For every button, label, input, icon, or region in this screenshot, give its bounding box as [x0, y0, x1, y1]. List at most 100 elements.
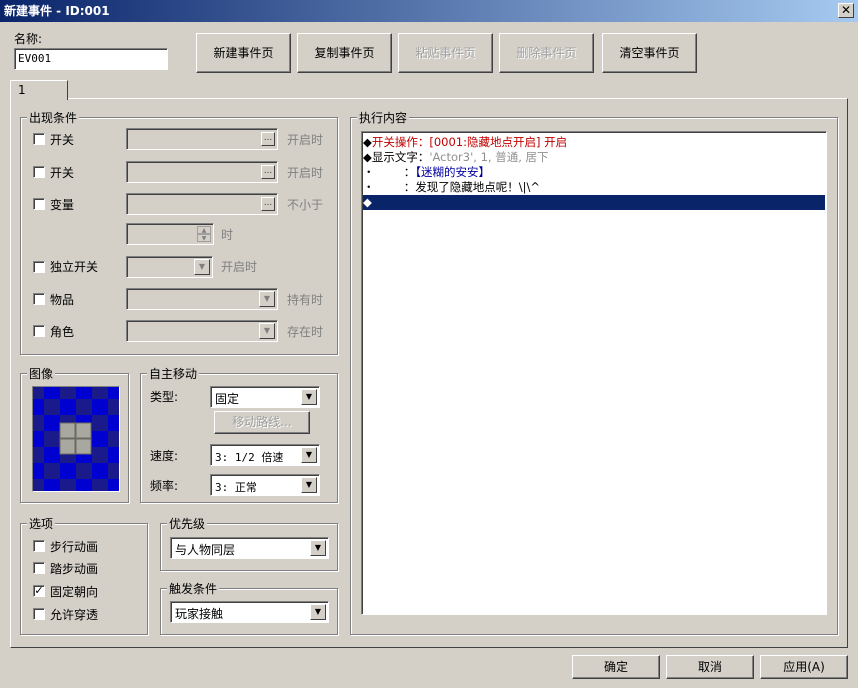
- freq-select[interactable]: 3: 正常 ▼: [210, 474, 320, 496]
- sprite-tile: [75, 438, 92, 455]
- step-anim-checkbox[interactable]: [33, 562, 45, 574]
- command-bullet: ・: [363, 165, 375, 179]
- move-type-select[interactable]: 固定 ▼: [210, 386, 320, 408]
- copy-page-button[interactable]: 复制事件页: [297, 33, 392, 73]
- checker-cell: [92, 447, 108, 463]
- speed-select[interactable]: 3: 1/2 倍速 ▼: [210, 444, 320, 466]
- chevron-down-icon: ▼: [310, 540, 326, 556]
- variable-picker-button: ...: [261, 197, 275, 211]
- move-type-label: 类型:: [150, 390, 179, 404]
- checker-cell: [60, 479, 76, 491]
- tab-label: 1: [18, 83, 26, 97]
- checker-cell: [44, 387, 60, 399]
- checker-cell: [92, 431, 108, 447]
- direction-fix-label: 固定朝向: [50, 585, 99, 599]
- paste-page-button[interactable]: 粘贴事件页: [398, 33, 493, 73]
- checker-cell: [76, 387, 92, 399]
- switch1-checkbox[interactable]: [33, 133, 45, 145]
- name-input[interactable]: EV001: [14, 48, 168, 70]
- through-checkbox[interactable]: [33, 608, 45, 620]
- speed-label: 速度:: [150, 449, 179, 463]
- new-page-button[interactable]: 新建事件页: [196, 33, 291, 73]
- movement-title: 自主移动: [147, 365, 200, 382]
- command-text: ：: [374, 165, 416, 179]
- checker-cell: [92, 415, 108, 431]
- title-bar: 新建事件 - ID:001: [0, 0, 858, 22]
- command-row[interactable]: ◆显示文字：'Actor3', 1, 普通, 居下: [363, 150, 825, 165]
- self-switch-select: ▼: [126, 256, 213, 278]
- chevron-down-icon: ▼: [259, 323, 275, 339]
- item-checkbox[interactable]: [33, 293, 45, 305]
- checker-cell: [33, 431, 44, 447]
- checker-cell: [33, 399, 44, 415]
- checker-cell: [92, 463, 108, 479]
- command-row[interactable]: ◆开关操作：[0001:隐藏地点开启] 开启: [363, 135, 825, 150]
- command-row[interactable]: ◆: [363, 195, 825, 210]
- priority-title: 优先级: [167, 515, 208, 532]
- step-anim-label: 踏步动画: [50, 562, 99, 576]
- sprite-tile: [59, 438, 76, 455]
- checker-cell: [44, 431, 60, 447]
- switch2-suffix: 开启时: [287, 166, 324, 180]
- checker-cell: [108, 479, 119, 491]
- checker-cell: [33, 479, 44, 491]
- checker-cell: [108, 447, 119, 463]
- spin-up-icon: ▲: [197, 226, 211, 234]
- move-route-button[interactable]: 移动路线...: [214, 411, 310, 434]
- checker-cell: [108, 431, 119, 447]
- chevron-down-icon: ▼: [259, 291, 275, 307]
- command-bullet: ◆: [363, 195, 372, 209]
- chevron-down-icon: ▼: [301, 447, 317, 463]
- checker-cell: [33, 447, 44, 463]
- priority-select[interactable]: 与人物同层 ▼: [170, 537, 329, 559]
- chevron-down-icon: ▼: [194, 259, 210, 275]
- tab-page-1[interactable]: 1: [10, 80, 68, 100]
- conditions-title: 出现条件: [27, 109, 80, 126]
- options-title: 选项: [27, 515, 56, 532]
- switch2-label: 开关: [50, 166, 75, 180]
- close-icon: ✕: [840, 3, 852, 17]
- switch2-checkbox[interactable]: [33, 166, 45, 178]
- command-text: 开关操作：[0001:隐藏地点开启] 开启: [371, 135, 568, 149]
- actor-select: ▼: [126, 320, 278, 342]
- checker-cell: [44, 399, 60, 415]
- clear-page-button[interactable]: 清空事件页: [602, 33, 697, 73]
- name-label: 名称:: [14, 32, 43, 46]
- chevron-down-icon: ▼: [301, 477, 317, 493]
- apply-button[interactable]: 应用(A): [760, 655, 848, 679]
- self-switch-checkbox[interactable]: [33, 261, 45, 273]
- delete-page-button[interactable]: 删除事件页: [499, 33, 594, 73]
- variable-value-suffix: 时: [221, 228, 234, 242]
- variable-checkbox[interactable]: [33, 198, 45, 210]
- command-text: ：: [374, 180, 416, 194]
- trigger-select[interactable]: 玩家接触 ▼: [170, 601, 329, 623]
- checker-cell: [108, 387, 119, 399]
- direction-fix-checkbox[interactable]: ✓: [33, 585, 45, 597]
- close-button[interactable]: ✕: [838, 3, 854, 18]
- checker-cell: [60, 387, 76, 399]
- walk-anim-checkbox[interactable]: [33, 540, 45, 552]
- command-row[interactable]: ・ ：发现了隐藏地点呢！\|\^: [363, 180, 825, 195]
- actor-checkbox[interactable]: [33, 325, 45, 337]
- checker-cell: [108, 399, 119, 415]
- window-title: 新建事件 - ID:001: [4, 4, 110, 18]
- checker-cell: [92, 479, 108, 491]
- command-list[interactable]: ◆开关操作：[0001:隐藏地点开启] 开启 ◆显示文字：'Actor3', 1,…: [361, 131, 827, 615]
- sprite-tile: [75, 422, 92, 439]
- cancel-button[interactable]: 取消: [666, 655, 754, 679]
- checker-cell: [33, 463, 44, 479]
- command-row[interactable]: ・ ：【迷糊的安安】: [363, 165, 825, 180]
- event-graphic[interactable]: [32, 386, 120, 492]
- ok-button[interactable]: 确定: [572, 655, 660, 679]
- variable-field: ...: [126, 193, 278, 215]
- item-label: 物品: [50, 293, 75, 307]
- sprite-tile: [59, 422, 76, 439]
- command-text: 显示文字：: [371, 150, 430, 164]
- variable-label: 变量: [50, 198, 75, 212]
- chevron-down-icon: ▼: [301, 389, 317, 405]
- checker-cell: [33, 387, 44, 399]
- checker-cell: [76, 463, 92, 479]
- checker-cell: [92, 399, 108, 415]
- priority-value: 与人物同层: [175, 543, 236, 557]
- checker-cell: [60, 399, 76, 415]
